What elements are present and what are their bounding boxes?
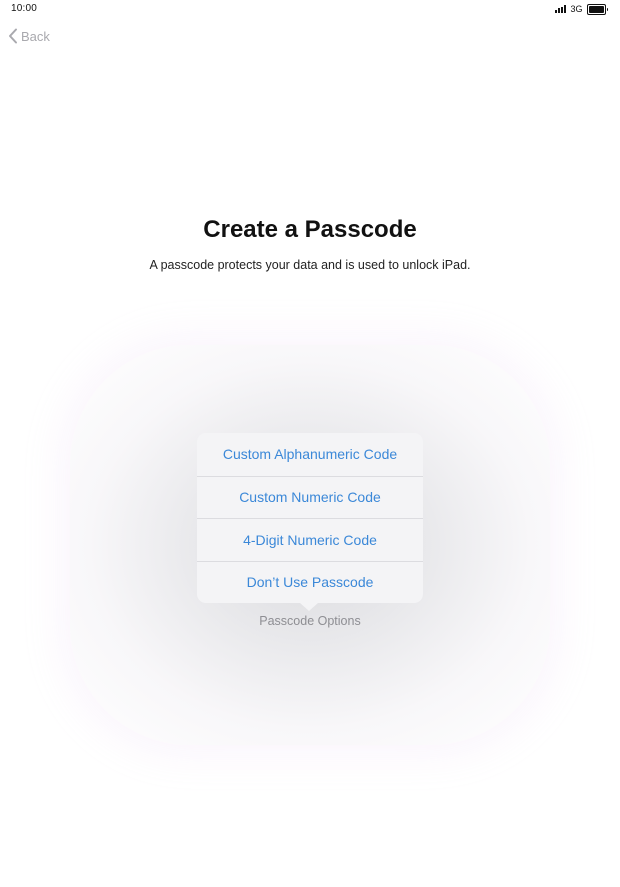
chevron-left-icon	[9, 28, 17, 44]
page-subtitle: A passcode protects your data and is use…	[149, 258, 471, 272]
status-bar: 10:00 3G	[0, 0, 620, 18]
back-label: Back	[21, 28, 50, 44]
status-indicators: 3G	[555, 3, 608, 15]
passcode-options-popover: Custom Alphanumeric Code Custom Numeric …	[197, 433, 423, 611]
passcode-options-link[interactable]: Passcode Options	[0, 614, 620, 628]
option-dont-use-passcode[interactable]: Don’t Use Passcode	[197, 560, 423, 604]
popover-arrow	[300, 603, 318, 611]
option-custom-numeric-code[interactable]: Custom Numeric Code	[197, 475, 423, 519]
network-type: 3G	[570, 4, 583, 14]
status-time: 10:00	[11, 3, 38, 14]
back-button[interactable]: Back	[8, 28, 50, 44]
signal-bars-icon	[555, 5, 567, 13]
battery-icon	[586, 3, 608, 15]
page-title: Create a Passcode	[203, 216, 417, 243]
option-custom-alphanumeric-code[interactable]: Custom Alphanumeric Code	[197, 433, 423, 476]
option-4-digit-numeric-code[interactable]: 4-Digit Numeric Code	[197, 518, 423, 561]
